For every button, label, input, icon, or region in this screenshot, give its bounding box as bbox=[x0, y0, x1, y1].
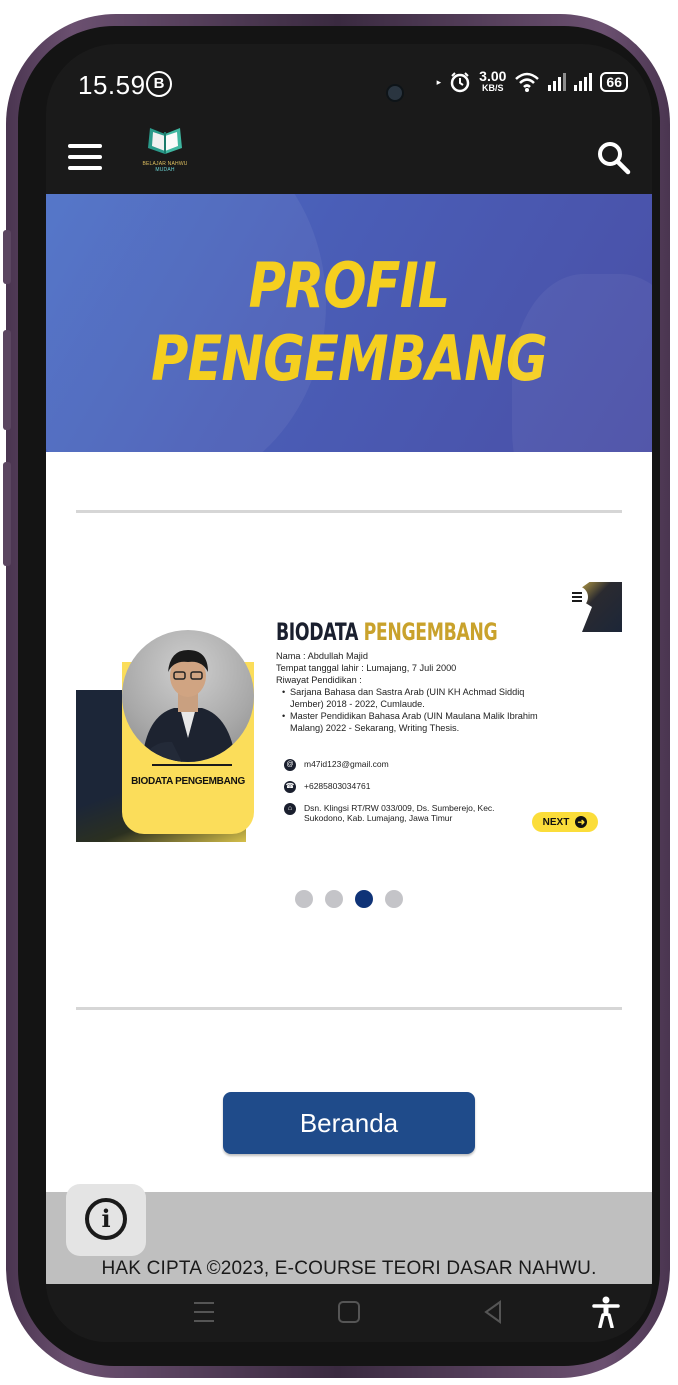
accessibility-icon[interactable] bbox=[592, 1296, 620, 1328]
signal-icon-2 bbox=[574, 73, 593, 91]
person-photo-icon bbox=[140, 650, 236, 762]
phone-mockup: 15.59 B ▸ 3.00 KB/S 66 BELAJAR NAHWU MUD… bbox=[0, 0, 678, 1385]
education-heading: Riwayat Pendidikan : bbox=[276, 675, 362, 685]
status-bar: 15.59 B ▸ 3.00 KB/S 66 bbox=[46, 44, 652, 124]
education-item: Master Pendidikan Bahasa Arab (UIN Maula… bbox=[282, 710, 546, 734]
biodata-slide[interactable]: BIODATA PENGEMBANG BIODATA PENGEMBANG Na… bbox=[76, 582, 622, 842]
speed-unit: KB/S bbox=[482, 83, 504, 93]
carousel-indicators bbox=[46, 890, 652, 908]
address-text: Dsn. Klingsi RT/RW 033/009, Ds. Sumberej… bbox=[304, 803, 495, 823]
front-camera bbox=[386, 84, 404, 102]
copyright-text: HAK CIPTA ©2023, E-COURSE TEORI DASAR NA… bbox=[101, 1258, 597, 1279]
birth-line: Tempat tanggal lahir : Lumajang, 7 Juli … bbox=[276, 663, 457, 673]
volume-up-button bbox=[3, 330, 11, 430]
logo-caption: BELAJAR NAHWU MUDAH bbox=[134, 161, 196, 173]
email-icon: @ bbox=[284, 759, 296, 771]
system-nav-bar bbox=[46, 1284, 652, 1342]
next-button[interactable]: NEXT ➜ bbox=[532, 812, 598, 832]
logo-line-2: MUDAH bbox=[155, 167, 175, 173]
bottom-divider bbox=[76, 1007, 622, 1010]
title-part-2: PENGEMBANG bbox=[363, 618, 498, 646]
carousel-dot-2[interactable] bbox=[325, 890, 343, 908]
card-label: BIODATA PENGEMBANG bbox=[131, 776, 245, 787]
status-time: 15.59 bbox=[78, 70, 146, 100]
title-part-1: BIODATA bbox=[276, 618, 364, 646]
page-title: PROFIL PENGEMBANG bbox=[151, 249, 548, 395]
info-icon: i bbox=[85, 1198, 127, 1240]
status-icons: ▸ 3.00 KB/S 66 bbox=[436, 69, 628, 94]
screen: 15.59 B ▸ 3.00 KB/S 66 BELAJAR NAHWU MUD… bbox=[46, 44, 652, 1342]
hamburger-menu-icon[interactable] bbox=[68, 144, 102, 170]
home-icon[interactable] bbox=[338, 1301, 360, 1323]
biodata-text: Nama : Abdullah Majid Tempat tanggal lah… bbox=[276, 650, 546, 734]
volume-down-button bbox=[3, 462, 11, 566]
footer: i HAK CIPTA ©2023, E-COURSE TEORI DASAR … bbox=[46, 1184, 652, 1284]
app-bar: BELAJAR NAHWU MUDAH bbox=[46, 124, 652, 194]
carousel-dot-4[interactable] bbox=[385, 890, 403, 908]
recents-icon[interactable] bbox=[194, 1302, 214, 1322]
book-logo-icon bbox=[148, 126, 182, 154]
side-button-top bbox=[3, 230, 11, 284]
address-row: ⌂ Dsn. Klingsi RT/RW 033/009, Ds. Sumbere… bbox=[284, 803, 504, 825]
phone-icon: ☎ bbox=[284, 781, 296, 793]
arrow-right-icon: ➜ bbox=[575, 816, 588, 828]
carousel-dot-1[interactable] bbox=[295, 890, 313, 908]
wifi-icon bbox=[515, 72, 540, 92]
developer-photo bbox=[122, 630, 254, 762]
carousel-dot-3-active[interactable] bbox=[355, 890, 373, 908]
back-icon[interactable] bbox=[482, 1300, 504, 1324]
top-divider bbox=[76, 510, 622, 513]
list-menu-icon[interactable] bbox=[566, 586, 588, 608]
biodata-title: BIODATA PENGEMBANG bbox=[276, 618, 498, 646]
play-small-icon: ▸ bbox=[436, 76, 442, 87]
page-banner: PROFIL PENGEMBANG bbox=[46, 194, 652, 452]
battery-icon: 66 bbox=[600, 72, 628, 92]
alarm-icon bbox=[450, 72, 470, 93]
name-line: Nama : Abdullah Majid bbox=[276, 651, 368, 661]
card-divider bbox=[152, 764, 232, 766]
phone-row: ☎ +6285803034761 bbox=[284, 781, 370, 793]
email-row: @ m47id123@gmail.com bbox=[284, 759, 389, 771]
signal-icon-1 bbox=[548, 73, 567, 91]
search-icon[interactable] bbox=[594, 138, 634, 178]
network-speed: 3.00 KB/S bbox=[479, 69, 506, 94]
education-item: Sarjana Bahasa dan Sastra Arab (UIN KH A… bbox=[282, 686, 546, 710]
email-text: m47id123@gmail.com bbox=[304, 759, 389, 769]
education-list: Sarjana Bahasa dan Sastra Arab (UIN KH A… bbox=[276, 686, 546, 734]
notification-badge-icon: B bbox=[146, 71, 172, 97]
app-logo[interactable]: BELAJAR NAHWU MUDAH bbox=[134, 124, 196, 184]
next-label: NEXT bbox=[542, 816, 570, 828]
main-content: BIODATA PENGEMBANG BIODATA PENGEMBANG Na… bbox=[46, 452, 652, 1192]
info-button[interactable]: i bbox=[66, 1184, 146, 1256]
beranda-button[interactable]: Beranda bbox=[223, 1092, 475, 1154]
home-address-icon: ⌂ bbox=[284, 803, 296, 815]
phone-text: +6285803034761 bbox=[304, 781, 371, 791]
